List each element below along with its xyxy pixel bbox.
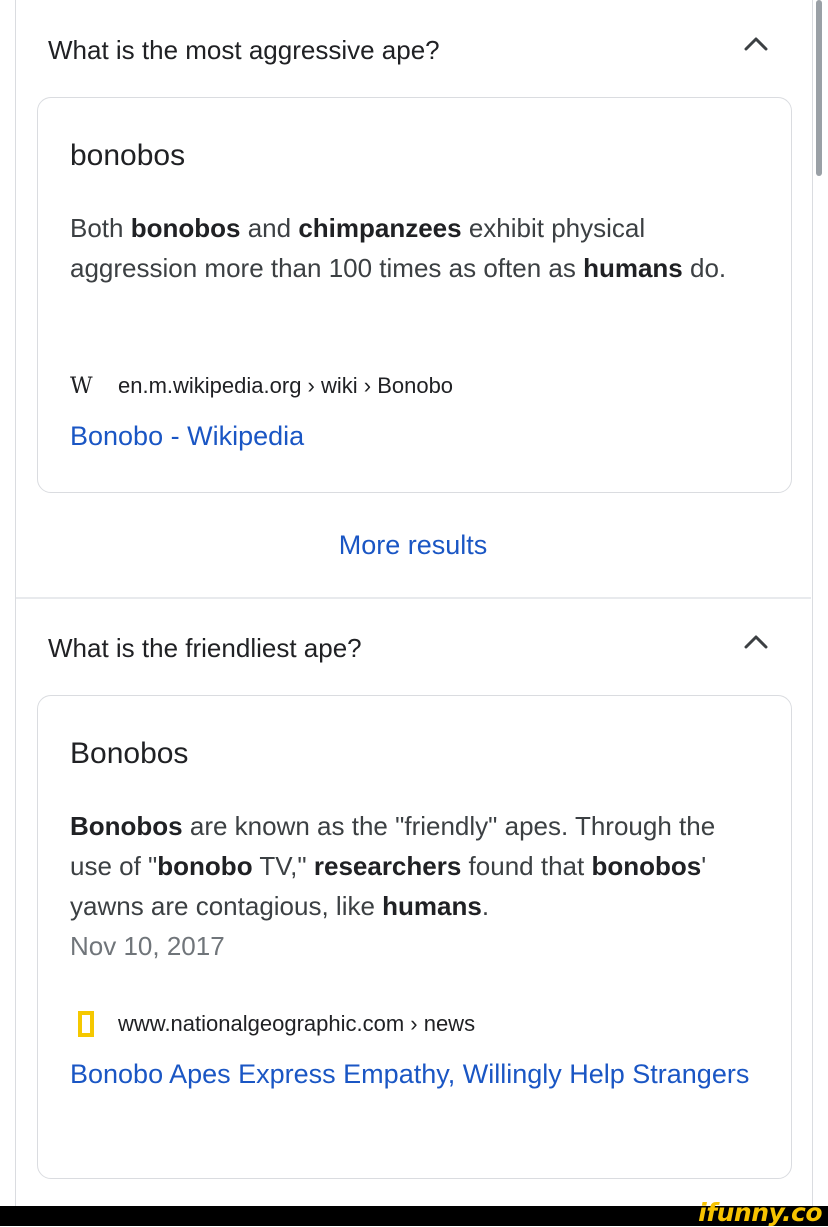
answer-snippet-2: Bonobos are known as the "friendly" apes… [70,806,760,926]
wikipedia-w-icon: W [70,373,93,399]
ifunny-watermark-logo: ifunny.co [698,1198,822,1227]
snippet-text: found that [461,851,592,881]
snippet-text: Both [70,213,131,243]
answer-snippet-1: Both bonobos and chimpanzees exhibit phy… [70,208,760,288]
answer-date-2: Nov 10, 2017 [70,931,225,961]
source-row-2[interactable]: www.nationalgeographic.com › news [70,1008,475,1040]
chevron-up-icon[interactable] [742,30,770,58]
result-link-1[interactable]: Bonobo - Wikipedia [70,412,760,460]
snippet-bold-text: bonobos [130,213,241,243]
national-geographic-icon [78,1011,94,1037]
source-row-1[interactable]: W en.m.wikipedia.org › wiki › Bonobo [70,370,453,402]
answer-card-2: Bonobos Bonobos are known as the "friend… [37,695,792,1179]
snippet-bold-text: humans [382,891,482,921]
snippet-bold-text: chimpanzees [298,213,462,243]
snippet-text: . [481,891,490,921]
snippet-bold-text: bonobo [157,851,253,881]
chevron-up-icon[interactable] [742,628,770,656]
answer-title-2: Bonobos [70,737,189,770]
more-results-button[interactable]: More results [15,528,811,562]
result-link-2[interactable]: Bonobo Apes Express Empathy, Willingly H… [70,1050,760,1098]
snippet-bold-text: Bonobos [70,811,183,841]
snippet-text: and [240,213,299,243]
snippet-bold-text: researchers [313,851,462,881]
answer-title-1: bonobos [70,139,186,172]
snippet-text: do. [682,253,727,283]
source-url-1[interactable]: en.m.wikipedia.org › wiki › Bonobo [118,373,453,399]
snippet-text: TV," [252,851,314,881]
scrollbar[interactable] [816,0,822,176]
answer-card-1: bonobos Both bonobos and chimpanzees exh… [37,97,792,493]
divider [16,597,811,599]
question-1[interactable]: What is the most aggressive ape? [48,34,440,66]
search-results-page: What is the most aggressive ape? bonobos… [0,0,828,1227]
question-2[interactable]: What is the friendliest ape? [48,632,362,664]
source-url-2[interactable]: www.nationalgeographic.com › news [118,1011,475,1037]
snippet-bold-text: humans [583,253,683,283]
snippet-bold-text: bonobos [591,851,702,881]
